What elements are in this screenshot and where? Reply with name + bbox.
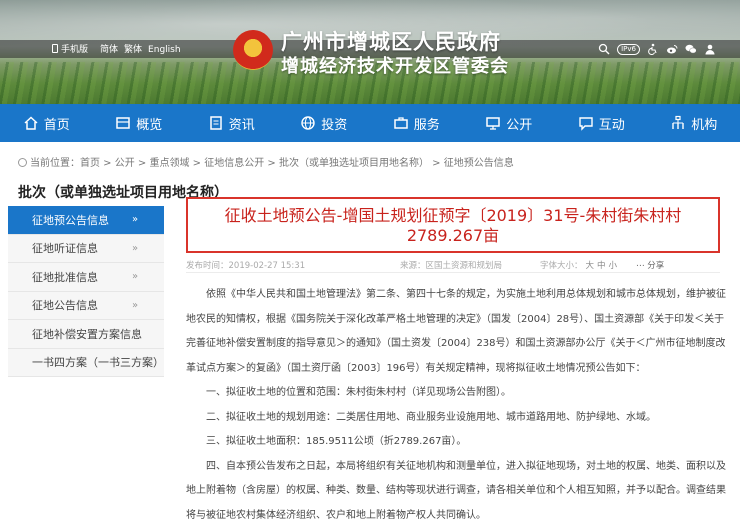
nav-label: 机构 [691,117,718,133]
sidebar-item-compensation[interactable]: 征地补偿安置方案信息» [8,320,164,349]
wechat-icon[interactable] [685,43,697,55]
font-size-label: 字体大小： [540,261,583,271]
sidebar-item-label: 征地补偿安置方案信息 [32,327,142,341]
font-small-button[interactable]: 小 [609,261,618,271]
sidebar-item-label: 征地公告信息 [32,299,98,313]
breadcrumb-batch[interactable]: 批次（或单独选址项目用地名称） [279,158,429,169]
font-medium-button[interactable]: 中 [597,261,606,271]
font-large-button[interactable]: 大 [586,261,595,271]
article-meta: 发布时间：2019-02-27 15:31 来源：区国土资源和规划局 字体大小：… [186,259,720,273]
mobile-version-link[interactable]: 手机版 [52,44,94,55]
article-title-line2: 2789.267亩 [406,226,500,245]
publish-date: 发布时间：2019-02-27 15:31 [186,261,306,271]
share-label: 分享 [647,261,665,271]
org-icon [672,115,684,129]
nav-label: 服务 [413,117,440,133]
user-icon[interactable] [704,43,716,55]
sidebar-item-announcement[interactable]: 征地公告信息 » [8,291,164,320]
service-icon [393,117,408,129]
simplified-link[interactable]: 简体 [100,45,118,55]
news-icon [209,116,222,130]
topbar-links: 手机版 简体 繁体 English [52,42,187,55]
breadcrumb-key-areas[interactable]: 重点领域 [150,158,190,169]
sidebar-item-approval[interactable]: 征地批准信息 » [8,263,164,292]
article-title-line1: 征收土地预公告-增国土规划征预字〔2019〕31号-朱村街朱村村 [224,206,682,225]
nav-org[interactable]: 机构 [648,104,740,142]
breadcrumb-home[interactable]: 首页 [80,158,100,169]
article-source: 来源：区国土资源和规划局 [400,261,503,271]
chat-icon [579,117,593,131]
nav-public[interactable]: 公开 [463,104,556,142]
location-pin-icon [18,158,27,167]
sidebar-item-plans[interactable]: 一书四方案（一书三方案） [8,348,164,377]
paragraph-line: 革试点方案＞的复函》（国土资厅函〔2003〕196号）有关规定精神，现将拟征收土… [186,362,646,374]
nav-service[interactable]: 服务 [370,104,463,142]
breadcrumb-prefix: 当前位置： [30,158,80,169]
nav-home[interactable]: 首页 [0,104,93,142]
globe-icon [301,116,315,130]
sidebar-item-pre-notice[interactable]: 征地预公告信息 » [8,206,164,235]
chevron-right-icon: » [132,242,139,254]
main-nav: 首页 概览 资讯 投资 服务 公开 互动 机构 [0,104,740,142]
breadcrumb: 当前位置：首页 > 公开 > 重点领域 > 征地信息公开 > 批次（或单独选址项… [18,154,514,169]
home-icon [24,116,38,130]
nav-label: 资讯 [228,117,255,133]
nav-label: 公开 [506,117,533,133]
nav-label: 投资 [321,117,348,133]
traditional-link[interactable]: 繁体 [124,45,142,55]
monitor-icon [486,117,500,130]
sidebar-item-label: 征地预公告信息 [32,213,109,227]
nav-label: 概览 [136,117,163,133]
nav-news[interactable]: 资讯 [185,104,278,142]
chevron-right-icon: » [132,271,139,283]
chevron-right-icon: » [132,328,139,340]
overview-icon [116,117,130,129]
chevron-right-icon: » [132,299,139,311]
font-size-control: 字体大小：大中小 [540,259,617,271]
nav-interact[interactable]: 互动 [555,104,648,142]
nav-label: 首页 [43,117,70,133]
english-link[interactable]: English [148,45,181,55]
sidebar-menu: 征地预公告信息 » 征地听证信息 » 征地批准信息 » 征地公告信息 » 征地补偿安置方… [8,206,164,377]
sidebar-item-label: 征地听证信息 [32,242,98,256]
paragraph-line: 四、自本预公告发布之日起，本局将组织有关征地机构和测量单位，进入拟征地现场，对土… [206,460,726,472]
breadcrumb-public[interactable]: 公开 [115,158,135,169]
paragraph-line: 地上附着物（含房屋）的权属、种类、数量、结构等现状进行调查，请各相关单位和个人相… [186,485,726,496]
nav-invest[interactable]: 投资 [278,104,371,142]
breadcrumb-current[interactable]: 征地预公告信息 [444,158,514,169]
sidebar-item-hearing[interactable]: 征地听证信息 » [8,234,164,263]
weibo-icon[interactable] [666,43,678,55]
article-title-box: 征收土地预公告-增国土规划征预字〔2019〕31号-朱村街朱村村 2789.26… [186,197,720,253]
breadcrumb-land-info[interactable]: 征地信息公开 [204,158,264,169]
site-title-line2: 增城经济技术开发区管委会 [281,56,509,77]
sidebar-item-label: 一书四方案（一书三方案） [32,356,164,370]
paragraph-line: 依照《中华人民共和国土地管理法》第二条、第四十七条的规定，为实施土地利用总体规划… [206,289,726,300]
paragraph-line: 二、拟征收土地的规划用途：二类居住用地、商业服务业设施用地、城市道路用地、防护绿… [206,411,656,423]
topbar-tools: IPv6 [598,42,716,56]
article-body: 依照《中华人民共和国土地管理法》第二条、第四十七条的规定，为实施土地利用总体规划… [186,283,726,528]
nav-overview[interactable]: 概览 [93,104,186,142]
paragraph-line: 完善征地补偿安置制度的指导意见＞的通知》（国土资发〔2004〕238号）和国土资… [186,338,726,349]
nav-label: 互动 [598,117,625,133]
ipv6-badge: IPv6 [617,43,640,55]
share-button[interactable]: ⋯ 分享 [636,259,664,271]
chevron-right-icon: » [132,214,139,226]
paragraph-line: 三、拟征收土地面积：185.9511公顷（折2789.267亩）。 [206,436,467,447]
paragraph-line: 一、拟征收土地的位置和范围：朱村街朱村村（详见现场公告附图）。 [206,387,511,398]
national-emblem-logo [233,30,273,70]
accessibility-icon[interactable] [647,43,659,55]
paragraph-line: 地农民的知情权，根据《国务院关于深化改革严格土地管理的决定》（国发〔2004〕2… [186,313,725,325]
search-icon[interactable] [598,43,610,55]
sidebar-item-label: 征地批准信息 [32,270,98,284]
phone-icon [52,44,58,53]
paragraph-line: 将与被征地农村集体经济组织、农户和地上附着物产权人共同确认。 [186,509,486,521]
